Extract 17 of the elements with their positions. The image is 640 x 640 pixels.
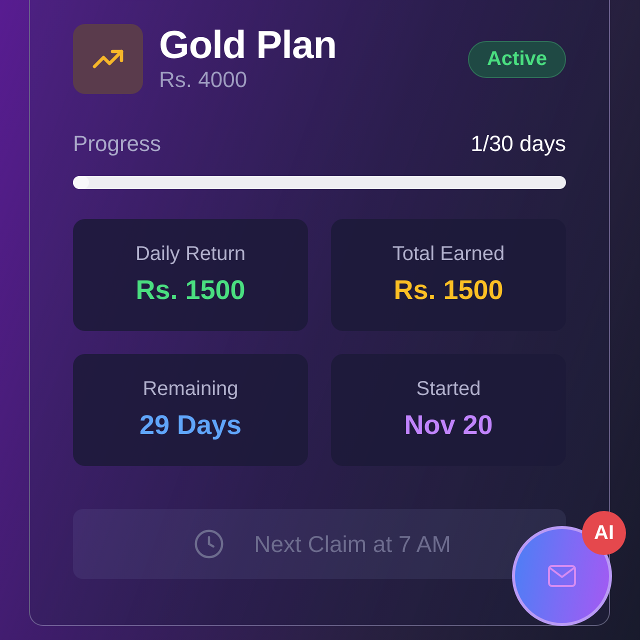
stat-label: Daily Return (135, 242, 246, 267)
stat-value: Rs. 1500 (136, 274, 246, 307)
plan-title: Gold Plan (159, 25, 337, 67)
stat-value: Nov 20 (404, 409, 493, 442)
stat-value: 29 Days (139, 409, 242, 442)
progress-label: Progress (73, 131, 162, 157)
progress-reading: 1/30 days (470, 131, 566, 157)
clock-icon (194, 529, 224, 559)
stat-label: Remaining (142, 377, 238, 402)
stat-label: Started (416, 377, 481, 402)
stat-value: Rs. 1500 (394, 274, 504, 307)
ai-badge: AI (582, 511, 626, 555)
status-badge: Active (468, 40, 566, 78)
mail-icon (548, 565, 576, 587)
plan-amount: Rs. 4000 (159, 67, 248, 93)
trend-up-icon (73, 24, 143, 94)
stat-label: Total Earned (392, 242, 505, 267)
